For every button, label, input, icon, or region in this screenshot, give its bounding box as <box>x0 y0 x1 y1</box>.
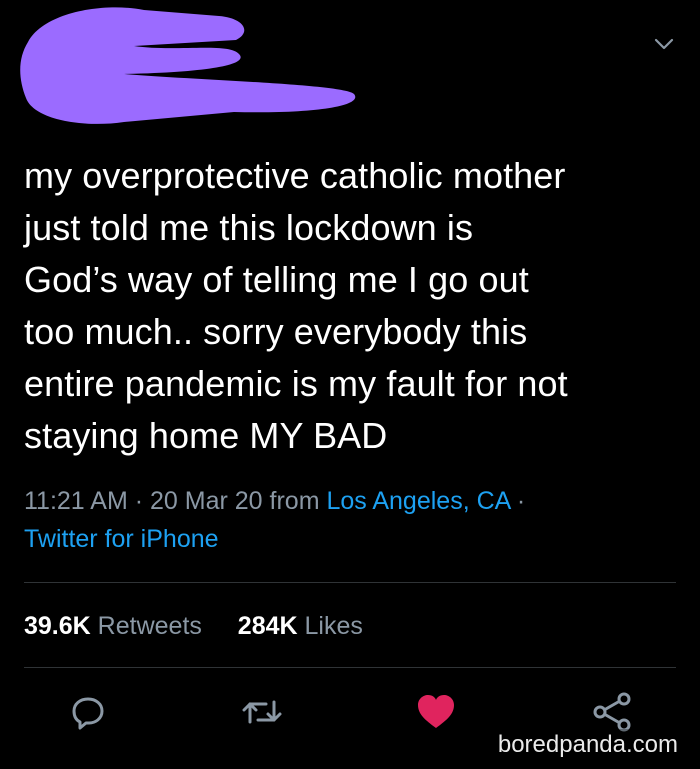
reply-button[interactable] <box>66 690 110 734</box>
reply-icon <box>72 697 104 730</box>
separator: · <box>134 487 144 515</box>
from-label: from <box>269 487 320 515</box>
retweet-icon <box>242 700 282 724</box>
retweets-label: Retweets <box>97 612 202 640</box>
tweet-text: my overprotective catholic mother just t… <box>24 155 568 456</box>
divider <box>24 667 676 668</box>
tweet-metadata: 11:21 AM · 20 Mar 20 from Los Angeles, C… <box>24 482 684 558</box>
likes-label: Likes <box>304 612 363 640</box>
chevron-down-icon[interactable] <box>652 34 676 54</box>
divider <box>24 582 676 583</box>
engagement-stats: 39.6K Retweets 284K Likes <box>24 607 363 645</box>
separator: · <box>516 487 526 515</box>
share-icon <box>593 692 631 732</box>
redaction-scribble <box>20 7 356 124</box>
retweets-stat[interactable]: 39.6K Retweets <box>24 612 209 640</box>
retweets-count: 39.6K <box>24 612 91 640</box>
likes-count: 284K <box>237 612 298 640</box>
tweet-date: 20 Mar 20 <box>150 487 263 515</box>
watermark: boredpanda.com <box>491 729 684 761</box>
source-link[interactable]: Twitter for iPhone <box>24 525 219 553</box>
location-link[interactable]: Los Angeles, CA <box>326 487 509 515</box>
heart-icon <box>418 695 454 728</box>
tweet-time: 11:21 AM <box>24 487 128 515</box>
share-button[interactable] <box>590 690 634 734</box>
retweet-button[interactable] <box>240 690 284 734</box>
likes-stat[interactable]: 284K Likes <box>238 612 363 640</box>
like-button[interactable] <box>414 690 458 734</box>
